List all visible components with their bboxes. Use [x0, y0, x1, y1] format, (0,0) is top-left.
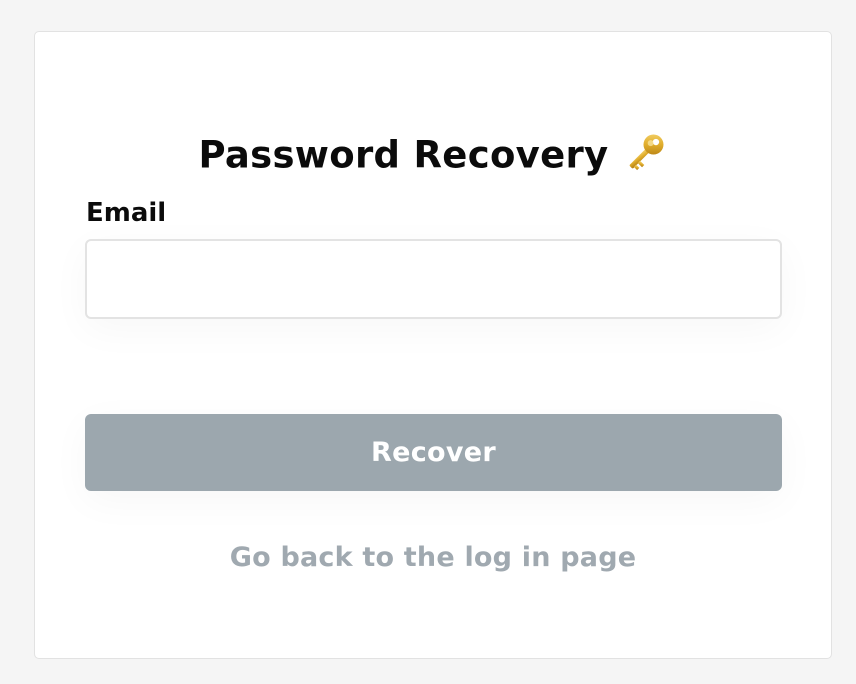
page-title: Password Recovery — [198, 133, 609, 177]
recover-button[interactable]: Recover — [85, 414, 782, 491]
email-field[interactable] — [85, 239, 782, 319]
back-to-login-link[interactable]: Go back to the log in page — [35, 542, 831, 573]
recovery-card: Password Recovery Email Recover Go back … — [34, 31, 832, 659]
key-icon — [622, 130, 668, 176]
title-row: Password Recovery — [35, 132, 831, 178]
email-label: Email — [86, 198, 167, 228]
